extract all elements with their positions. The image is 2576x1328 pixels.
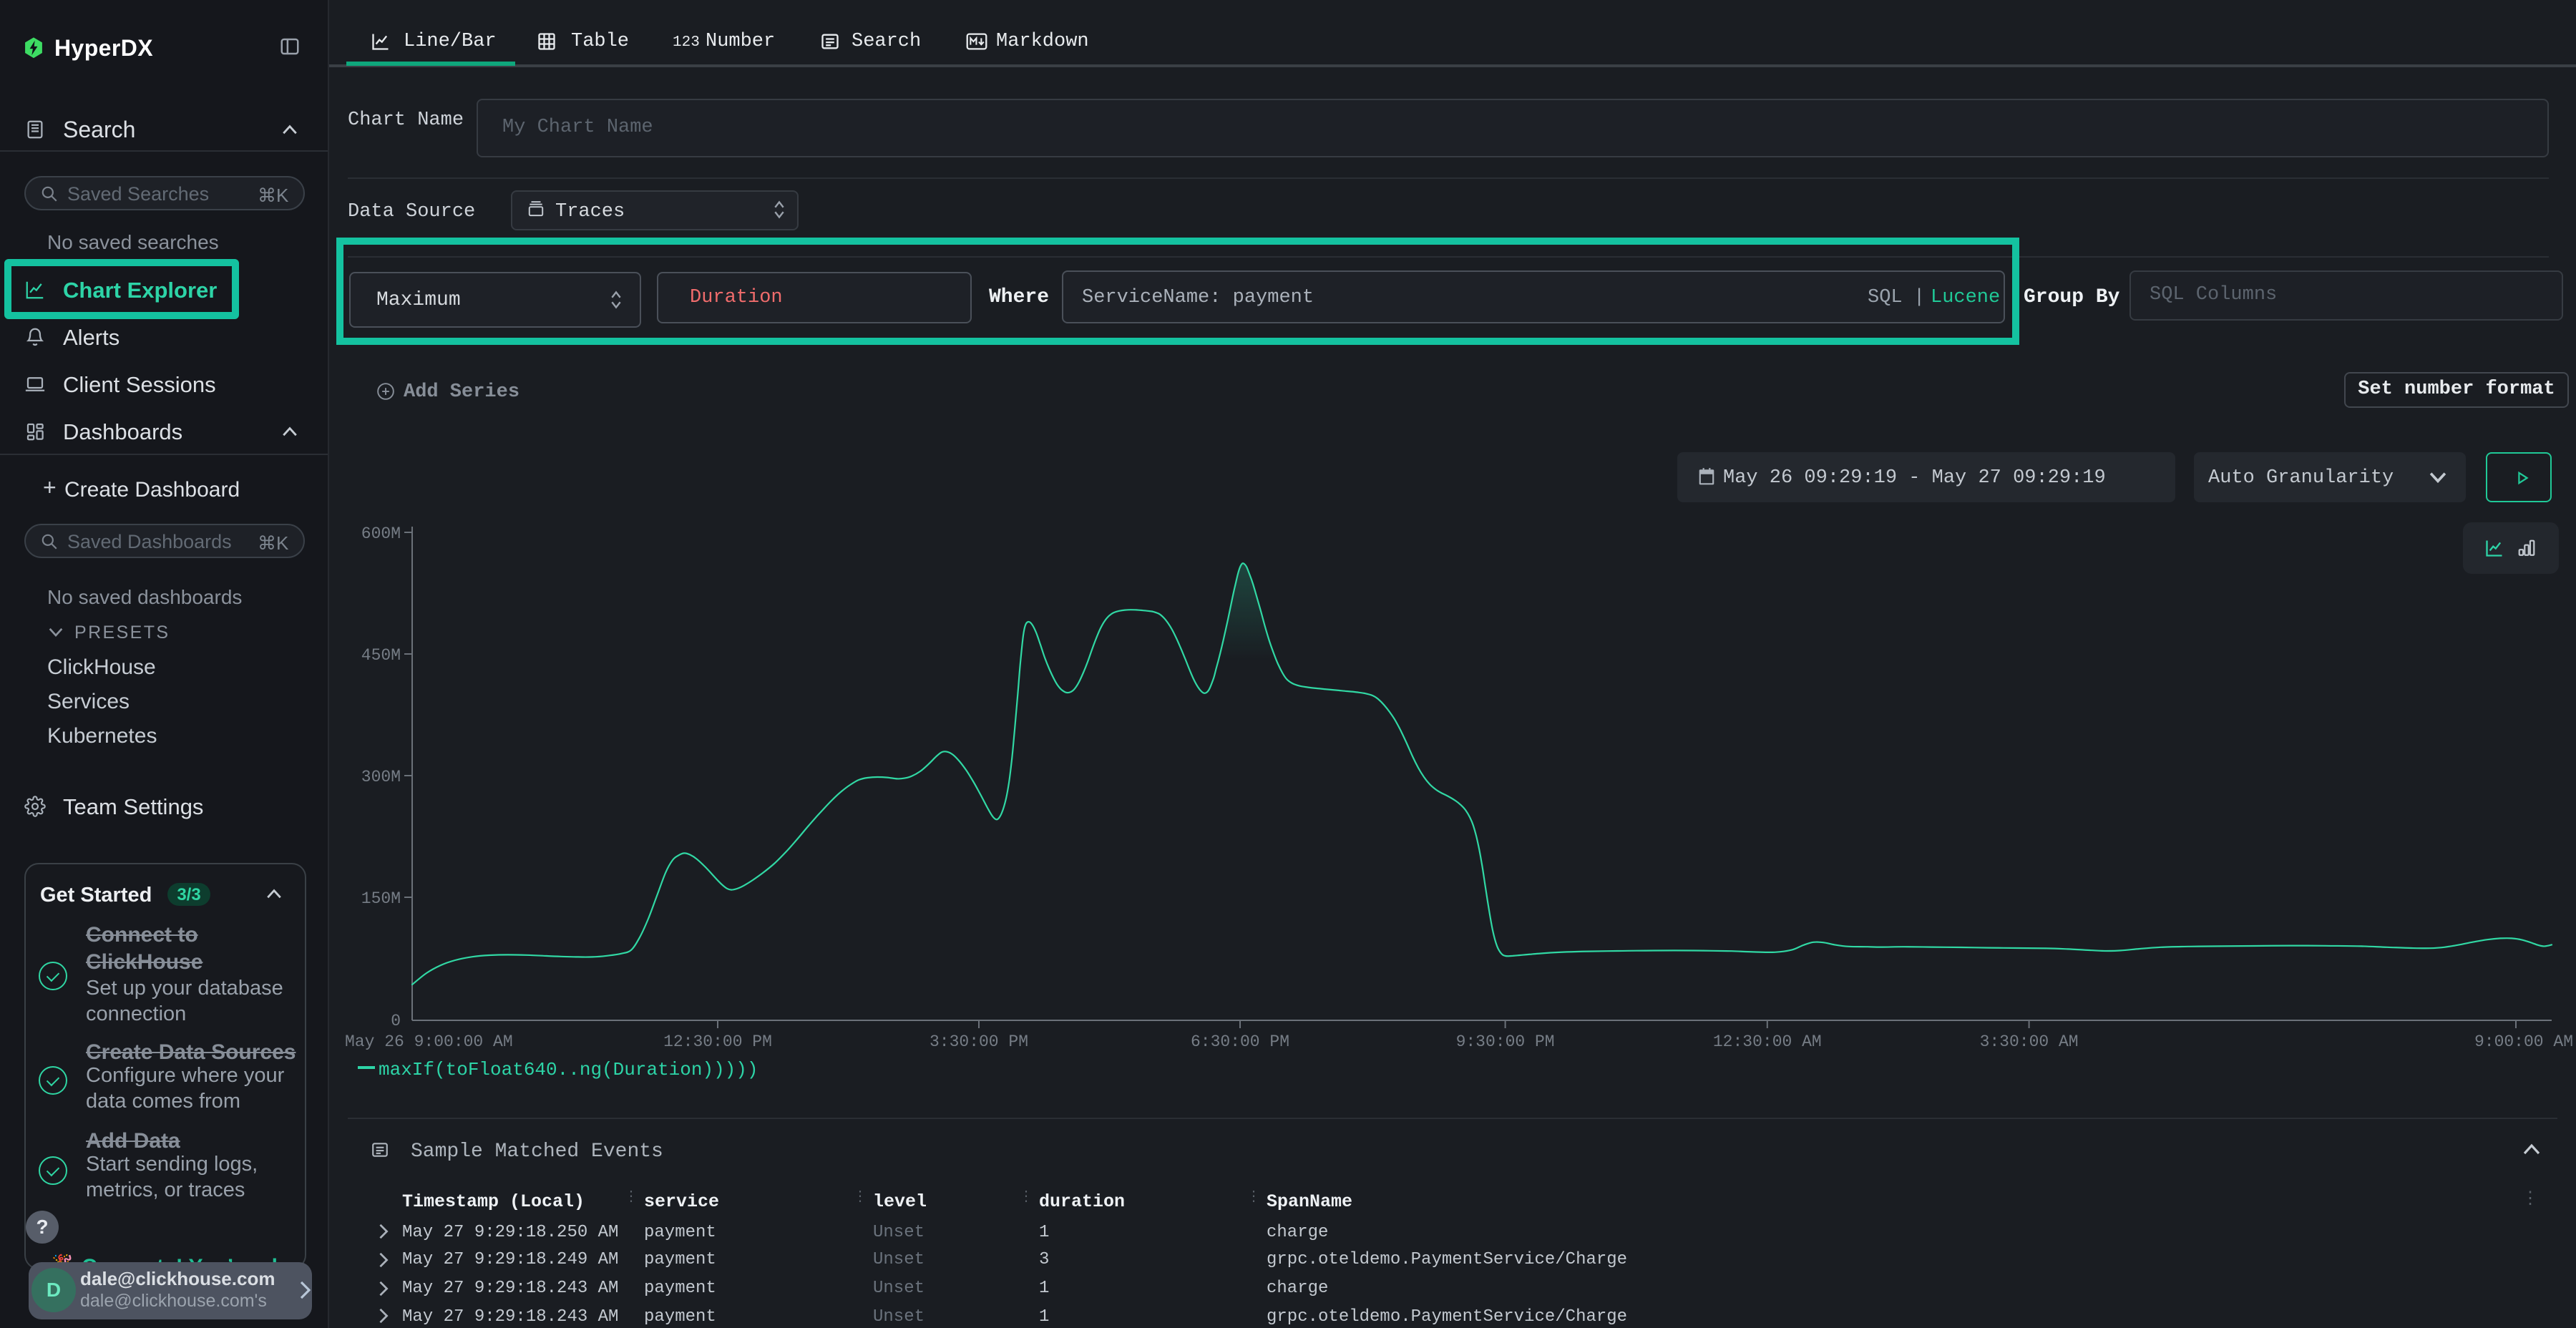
svg-text:300M: 300M bbox=[361, 768, 401, 786]
svg-text:150M: 150M bbox=[361, 889, 401, 908]
svg-text:12:30:00 PM: 12:30:00 PM bbox=[663, 1032, 772, 1051]
svg-text:May 26 9:00:00 AM: May 26 9:00:00 AM bbox=[345, 1032, 513, 1051]
svg-text:3:30:00 AM: 3:30:00 AM bbox=[1980, 1032, 2079, 1051]
svg-text:450M: 450M bbox=[361, 646, 401, 665]
svg-text:600M: 600M bbox=[361, 524, 401, 543]
svg-text:12:30:00 AM: 12:30:00 AM bbox=[1713, 1032, 1822, 1051]
svg-text:9:00:00 AM: 9:00:00 AM bbox=[2474, 1032, 2573, 1051]
svg-text:0: 0 bbox=[391, 1012, 401, 1030]
svg-text:9:30:00 PM: 9:30:00 PM bbox=[1456, 1032, 1555, 1051]
svg-text:3:30:00 PM: 3:30:00 PM bbox=[930, 1032, 1028, 1051]
svg-text:6:30:00 PM: 6:30:00 PM bbox=[1191, 1032, 1289, 1051]
